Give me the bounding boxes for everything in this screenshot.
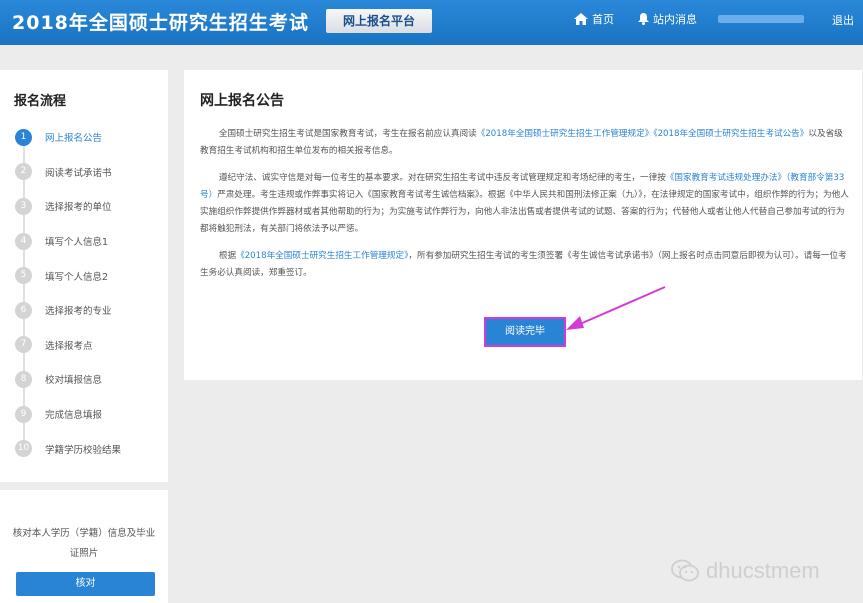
site-title: 2018年全国硕士研究生招生考试	[12, 12, 309, 34]
paragraph-2: 遵纪守法、诚实守信是对每一位考生的基本要求。对在研究生招生考试中违反考试管理规定…	[200, 170, 850, 238]
bell-icon	[638, 13, 649, 25]
exam-notice-link[interactable]: 《2018年全国硕士研究生招生考试公告》	[653, 129, 808, 139]
step-number: 9	[15, 405, 32, 423]
nav-messages[interactable]: 站内消息	[638, 11, 697, 27]
top-header: 2018年全国硕士研究生招生考试 网上报名平台 首页 站内消息 退出	[0, 0, 863, 45]
step-number: 10	[15, 440, 32, 458]
step-list: 1 网上报名公告 2 阅读考试承诺书 3 选择报考的单位 4 填写个人信息1 5…	[0, 120, 168, 466]
regulation-link[interactable]: 《2018年全国硕士研究生招生工作管理规定》	[236, 251, 408, 261]
announcement-body: 全国硕士研究生招生考试是国家教育考试，考生在报名前应认真阅读《2018年全国硕士…	[200, 126, 850, 292]
step-label: 学籍学历校验结果	[45, 444, 122, 456]
step-item[interactable]: 10 学籍学历校验结果	[0, 431, 168, 466]
step-number: 5	[15, 267, 32, 285]
step-item[interactable]: 3 选择报考的单位	[0, 189, 168, 224]
step-label: 选择报考的专业	[45, 306, 112, 318]
wechat-watermark: dhucstmem	[670, 558, 820, 584]
step-number: 4	[15, 232, 32, 250]
para-text: 严肃处理。考生违规或作弊事实将记入《国家教育考试考生诚信档案》。根据《中华人民共…	[200, 190, 849, 234]
read-complete-button[interactable]: 阅读完毕	[484, 317, 566, 347]
step-label: 选择报考点	[45, 340, 93, 352]
nav-home-label: 首页	[592, 13, 614, 26]
step-label: 填写个人信息1	[45, 237, 109, 249]
regulation-link[interactable]: 《2018年全国硕士研究生招生工作管理规定》	[477, 129, 654, 139]
verify-panel: 核对本人学历（学籍）信息及毕业证照片 核对	[0, 490, 168, 603]
step-item[interactable]: 7 选择报考点	[0, 328, 168, 363]
step-item[interactable]: 9 完成信息填报	[0, 397, 168, 432]
step-number: 8	[15, 370, 32, 388]
home-icon	[574, 13, 588, 25]
step-label: 填写个人信息2	[45, 271, 109, 283]
step-item[interactable]: 2 阅读考试承诺书	[0, 155, 168, 190]
step-label: 完成信息填报	[45, 410, 103, 422]
sidebar-title: 报名流程	[14, 94, 67, 109]
user-name-redacted	[718, 15, 804, 23]
step-number: 2	[15, 163, 32, 181]
announcement-panel: 网上报名公告 全国硕士研究生招生考试是国家教育考试，考生在报名前应认真阅读《20…	[184, 70, 862, 380]
step-label: 选择报考的单位	[45, 202, 112, 214]
para-text: 全国硕士研究生招生考试是国家教育考试，考生在报名前应认真阅读	[218, 129, 477, 139]
step-number: 7	[15, 336, 32, 354]
process-sidebar: 报名流程 1 网上报名公告 2 阅读考试承诺书 3 选择报考的单位 4 填写个人…	[0, 70, 168, 482]
verify-description: 核对本人学历（学籍）信息及毕业证照片	[12, 528, 156, 559]
step-label: 网上报名公告	[45, 133, 103, 145]
step-item[interactable]: 8 校对填报信息	[0, 362, 168, 397]
platform-badge[interactable]: 网上报名平台	[326, 9, 432, 33]
paragraph-3: 根据《2018年全国硕士研究生招生工作管理规定》，所有参加研究生招生考试的考生须…	[200, 248, 850, 282]
verify-button[interactable]: 核对	[16, 572, 155, 596]
para-text: 遵纪守法、诚实守信是对每一位考生的基本要求。对在研究生招生考试中违反考试管理规定…	[218, 173, 666, 183]
watermark-text: dhucstmem	[706, 558, 820, 583]
logout-link[interactable]: 退出	[832, 12, 854, 28]
wechat-icon	[671, 559, 699, 582]
step-label: 校对填报信息	[45, 375, 103, 387]
nav-home[interactable]: 首页	[574, 11, 614, 27]
paragraph-1: 全国硕士研究生招生考试是国家教育考试，考生在报名前应认真阅读《2018年全国硕士…	[200, 126, 850, 160]
step-number: 6	[15, 301, 32, 319]
step-number: 1	[15, 128, 32, 146]
step-number: 3	[15, 197, 32, 215]
step-item[interactable]: 6 选择报考的专业	[0, 293, 168, 328]
step-item[interactable]: 1 网上报名公告	[0, 120, 168, 155]
step-label: 阅读考试承诺书	[45, 167, 112, 179]
step-item[interactable]: 4 填写个人信息1	[0, 224, 168, 259]
step-item[interactable]: 5 填写个人信息2	[0, 258, 168, 293]
nav-messages-label: 站内消息	[653, 13, 697, 26]
page-title: 网上报名公告	[200, 93, 284, 109]
para-text: 根据	[218, 251, 237, 261]
annotation-arrow	[566, 286, 666, 330]
